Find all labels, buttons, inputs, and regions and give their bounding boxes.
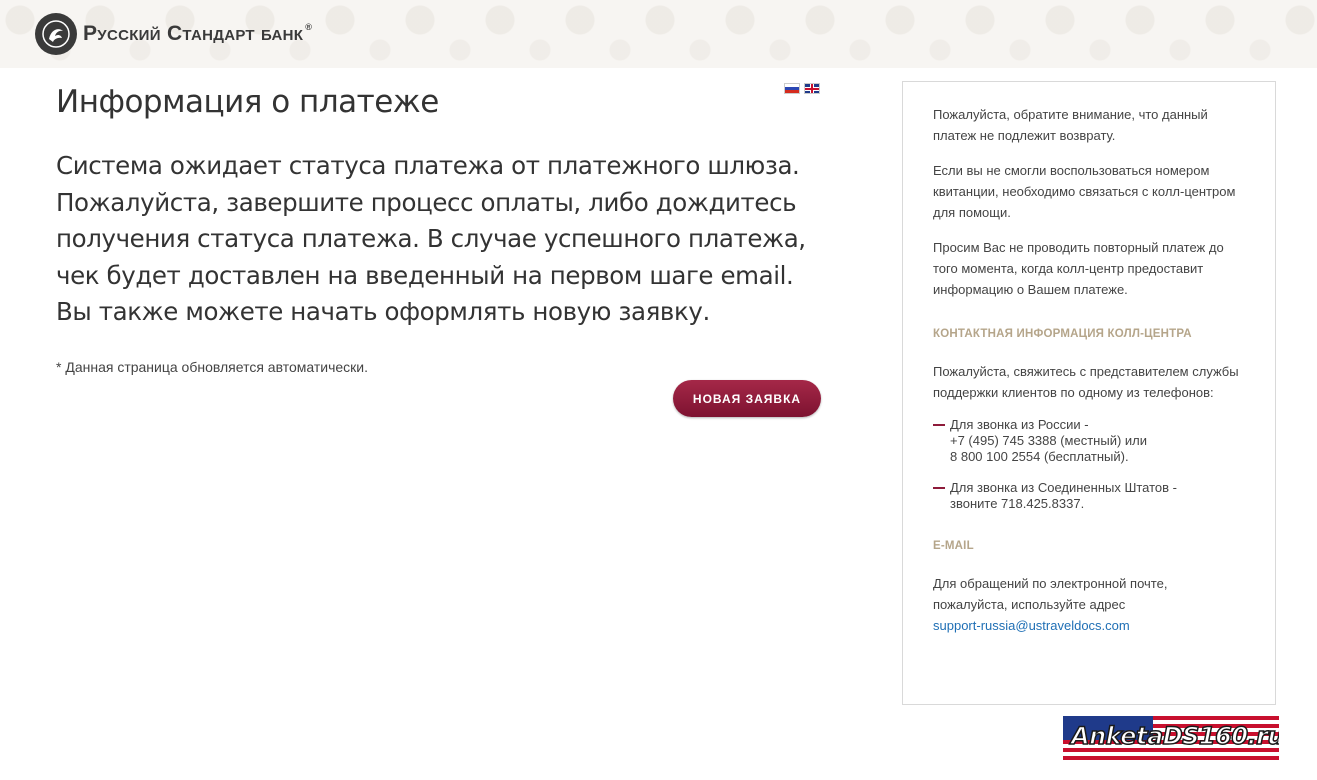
watermark-text: AnketaDS160.ru	[1070, 721, 1279, 751]
watermark-logo: AnketaDS160.ru	[1063, 716, 1279, 760]
receipt-help-notice: Если вы не смогли воспользоваться номеро…	[933, 163, 1236, 220]
dash-icon	[933, 487, 945, 489]
phone-russia-label: Для звонка из России -	[950, 417, 1089, 432]
phone-russia: Для звонка из России - +7 (495) 745 3388…	[933, 417, 1245, 465]
support-email-link[interactable]: support-russia@ustraveldocs.com	[933, 618, 1130, 633]
bank-emblem-icon	[35, 13, 77, 55]
flag-ru-icon[interactable]	[784, 83, 800, 94]
info-panel: Пожалуйста, обратите внимание, что данны…	[902, 81, 1276, 705]
new-request-button[interactable]: НОВАЯ ЗАЯВКА	[673, 380, 821, 417]
page-title: Информация о платеже	[56, 84, 439, 120]
flag-uk-icon[interactable]	[804, 83, 820, 94]
bank-logo[interactable]: Русский Стандарт банк ®	[35, 13, 312, 55]
non-refundable-notice: Пожалуйста, обратите внимание, что данны…	[933, 107, 1208, 143]
contact-heading: КОНТАКТНАЯ ИНФОРМАЦИЯ КОЛЛ-ЦЕНТРА	[933, 328, 1192, 340]
email-heading: E-MAIL	[933, 540, 974, 552]
no-repeat-payment-notice: Просим Вас не проводить повторный платеж…	[933, 240, 1224, 297]
payment-status-message: Система ожидает статуса платежа от плате…	[56, 151, 806, 326]
bank-name: Русский Стандарт банк ®	[83, 22, 313, 45]
dash-icon	[933, 424, 945, 426]
contact-intro: Пожалуйста, свяжитесь с представителем с…	[933, 364, 1239, 400]
language-switcher	[784, 83, 820, 94]
phone-usa-number: звоните 718.425.8337.	[950, 496, 1085, 511]
email-block: Для обращений по электронной почте, пожа…	[933, 573, 1245, 636]
email-intro: Для обращений по электронной почте, пожа…	[933, 576, 1168, 612]
phone-usa: Для звонка из Соединенных Штатов - звони…	[933, 480, 1245, 512]
phone-usa-label: Для звонка из Соединенных Штатов -	[950, 480, 1178, 495]
site-header: Русский Стандарт банк ®	[0, 0, 1317, 68]
phone-russia-free: 8 800 100 2554 (бесплатный).	[950, 449, 1129, 464]
phone-russia-local: +7 (495) 745 3388 (местный) или	[950, 433, 1148, 448]
registered-mark: ®	[305, 22, 313, 32]
auto-refresh-note: * Данная страница обновляется автоматиче…	[56, 359, 368, 375]
